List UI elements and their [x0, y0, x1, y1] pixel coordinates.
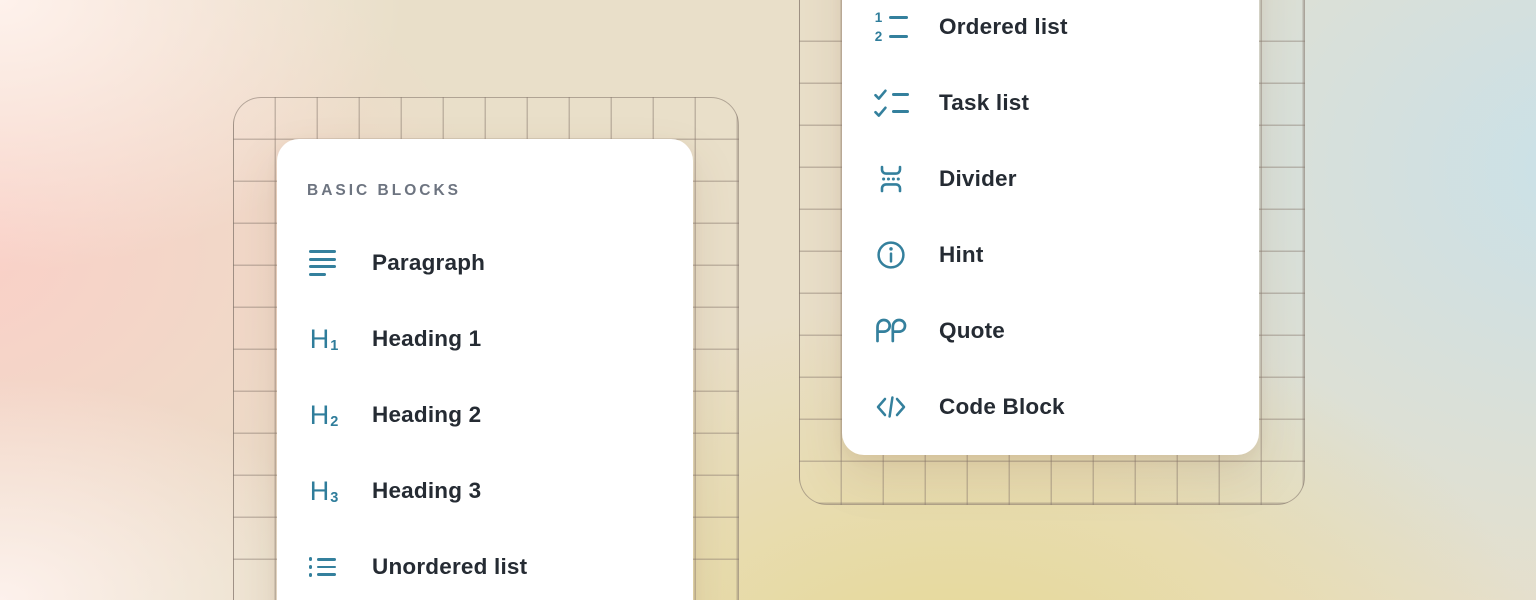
hint-icon	[874, 238, 908, 272]
menu-item-hint[interactable]: Hint	[874, 217, 1259, 293]
unordered-list-icon	[307, 550, 341, 584]
paragraph-icon	[307, 246, 341, 280]
menu-item-heading-3[interactable]: H3 Heading 3	[307, 453, 693, 529]
heading-2-icon: H2	[307, 398, 341, 432]
divider-icon	[874, 162, 908, 196]
menu-item-label: Quote	[939, 318, 1005, 344]
basic-blocks-menu: BASIC BLOCKS Paragraph H1 Heading 1 H2 H…	[277, 139, 693, 600]
menu-item-code-block[interactable]: Code Block	[874, 369, 1259, 445]
menu-item-label: Task list	[939, 90, 1029, 116]
code-block-icon	[874, 390, 908, 424]
menu-item-heading-2[interactable]: H2 Heading 2	[307, 377, 693, 453]
basic-blocks-list: Paragraph H1 Heading 1 H2 Heading 2 H3 H…	[307, 225, 693, 600]
menu-item-heading-1[interactable]: H1 Heading 1	[307, 301, 693, 377]
editor-blocks-hero: BASIC BLOCKS Paragraph H1 Heading 1 H2 H…	[0, 0, 1536, 600]
more-blocks-list: 1 2 Ordered list Task list	[874, 0, 1259, 445]
more-blocks-menu: 1 2 Ordered list Task list	[842, 0, 1259, 455]
menu-item-label: Ordered list	[939, 14, 1068, 40]
menu-item-label: Heading 3	[372, 478, 481, 504]
quote-icon	[874, 314, 908, 348]
menu-item-label: Paragraph	[372, 250, 485, 276]
menu-item-quote[interactable]: Quote	[874, 293, 1259, 369]
menu-item-label: Code Block	[939, 394, 1065, 420]
menu-item-paragraph[interactable]: Paragraph	[307, 225, 693, 301]
heading-3-icon: H3	[307, 474, 341, 508]
ordered-list-icon: 1 2	[874, 10, 908, 44]
menu-item-label: Unordered list	[372, 554, 527, 580]
menu-item-label: Divider	[939, 166, 1017, 192]
menu-item-label: Hint	[939, 242, 984, 268]
menu-item-task-list[interactable]: Task list	[874, 65, 1259, 141]
menu-item-divider[interactable]: Divider	[874, 141, 1259, 217]
menu-item-unordered-list[interactable]: Unordered list	[307, 529, 693, 600]
menu-item-label: Heading 1	[372, 326, 481, 352]
heading-1-icon: H1	[307, 322, 341, 356]
section-label: BASIC BLOCKS	[307, 183, 693, 199]
menu-item-ordered-list[interactable]: 1 2 Ordered list	[874, 0, 1259, 65]
task-list-icon	[874, 86, 908, 120]
menu-item-label: Heading 2	[372, 402, 481, 428]
